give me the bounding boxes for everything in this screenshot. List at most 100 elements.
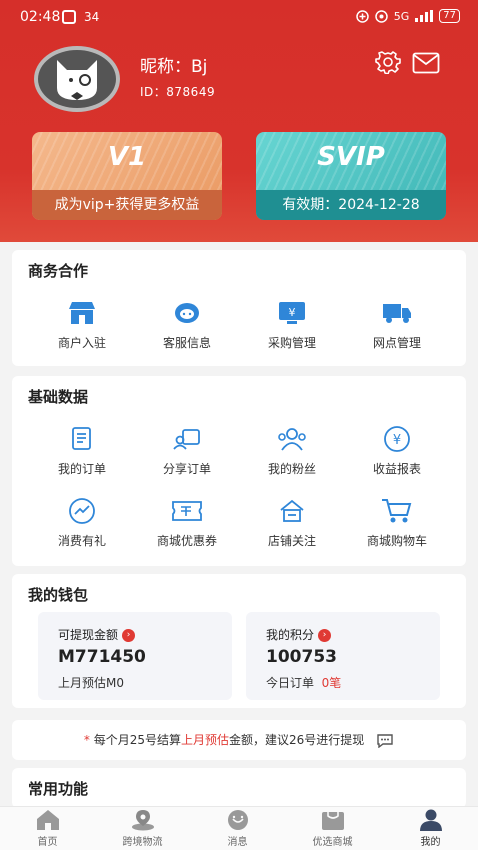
order-icon: [72, 427, 91, 450]
grid-item-label: 我的粉丝: [267, 462, 316, 476]
points-label-row: 我的积分 ›: [266, 626, 332, 643]
tab-label: 首页: [37, 837, 58, 848]
headset-icon: [175, 303, 199, 323]
grid-item-label: 网点管理: [372, 336, 421, 350]
svg-text:¥: ¥: [289, 306, 296, 319]
coupon-icon: [172, 501, 202, 521]
notice-highlight: 上月预估: [180, 733, 229, 747]
withdraw-label-row: 可提现金额 ›: [58, 626, 136, 643]
store-icon: [69, 302, 95, 324]
tab-premium-mall[interactable]: 优选商城: [285, 809, 380, 848]
shop-follow-button[interactable]: 店铺关注: [242, 496, 342, 549]
settings-gear-icon[interactable]: [374, 50, 402, 74]
notice-star: *: [83, 733, 90, 747]
message-icon: [227, 810, 248, 830]
avatar[interactable]: [34, 46, 120, 112]
basic-data-title: 基础数据: [28, 388, 89, 406]
withdrawable-amount-box[interactable]: 可提现金额 › M771450 上月预估M0: [38, 612, 232, 700]
grid-item-label: 收益报表: [372, 462, 421, 476]
shop-follow-icon: [280, 499, 304, 522]
svip-logo: SVIP: [317, 142, 385, 172]
mall-cart-button[interactable]: 商城购物车: [347, 496, 447, 549]
mail-icon[interactable]: [412, 52, 440, 74]
chevron-right-icon: ›: [318, 629, 332, 642]
today-orders-label: 今日订单: [266, 676, 315, 690]
tab-messages[interactable]: 消息: [190, 809, 285, 848]
common-functions-card: 常用功能: [12, 768, 466, 808]
points-label: 我的积分: [266, 628, 315, 642]
home-icon: [36, 810, 59, 830]
wallet-title: 我的钱包: [28, 586, 89, 604]
tab-label: 优选商城: [312, 837, 353, 848]
status-time: 02:48: [20, 9, 61, 25]
chat-bubble-icon[interactable]: [376, 733, 394, 748]
points-box[interactable]: 我的积分 › 100753 今日订单 0笔: [246, 612, 440, 700]
share-orders-button[interactable]: 分享订单: [137, 424, 237, 477]
settlement-notice: * 每个月25号结算上月预估金额，建议26号进行提现: [12, 720, 466, 760]
hotspot-icon: [374, 9, 388, 23]
svip-expiry: 有效期：2024-12-28: [256, 190, 446, 220]
income-report-button[interactable]: ¥ 收益报表: [347, 424, 447, 477]
bottom-tab-bar: 首页 跨境物流 消息 优选商城 我的: [0, 806, 478, 850]
tab-label: 消息: [227, 837, 248, 848]
tab-home[interactable]: 首页: [0, 809, 95, 848]
cart-icon: [382, 499, 412, 523]
share-order-icon: [173, 429, 200, 450]
grid-item-label: 商城购物车: [366, 534, 427, 548]
svg-text:¥: ¥: [393, 433, 401, 448]
user-id: ID：878649: [140, 85, 216, 99]
add-circle-icon: [355, 9, 369, 23]
vip-caption: 成为vip+获得更多权益: [32, 190, 222, 220]
grid-item-label: 分享订单: [162, 462, 211, 476]
tab-mine[interactable]: 我的: [383, 809, 478, 848]
notice-text-2: 金额，建议26号进行提现: [229, 733, 365, 747]
my-fans-button[interactable]: 我的粉丝: [242, 424, 342, 477]
outlet-management-button[interactable]: 网点管理: [347, 298, 447, 351]
svip-card[interactable]: SVIP 有效期：2024-12-28: [256, 132, 446, 220]
common-functions-title: 常用功能: [28, 780, 89, 798]
business-title: 商务合作: [28, 262, 89, 280]
mall-coupon-button[interactable]: 商城优惠券: [137, 496, 237, 549]
grid-item-label: 客服信息: [162, 336, 211, 350]
my-orders-button[interactable]: 我的订单: [32, 424, 132, 477]
trend-icon: [69, 498, 95, 524]
tab-label: 跨境物流: [122, 837, 163, 848]
grid-item-label: 商户入驻: [57, 336, 106, 350]
basic-data-card: 基础数据 我的订单 分享订单 我的粉丝 ¥ 收益报表 消费有礼 商城优惠券 店铺…: [12, 376, 466, 566]
truck-icon: [383, 304, 411, 323]
chevron-right-icon: ›: [122, 629, 136, 642]
cat-avatar-icon: [57, 60, 97, 100]
vip-card[interactable]: V1 成为vip+获得更多权益: [32, 132, 222, 220]
points-value: 100753: [266, 647, 337, 667]
grid-item-label: 消费有礼: [57, 534, 106, 548]
notification-icon: [62, 10, 76, 24]
profile-icon: [419, 809, 442, 831]
grid-item-label: 店铺关注: [267, 534, 316, 548]
business-card: 商务合作 商户入驻 客服信息 ¥ 采购管理 网点管理: [12, 250, 466, 366]
notification-count: 34: [84, 10, 100, 24]
mall-icon: [321, 812, 344, 830]
withdraw-value: M771450: [58, 647, 146, 667]
merchant-join-button[interactable]: 商户入驻: [32, 298, 132, 351]
purchase-icon: ¥: [279, 302, 305, 324]
battery-indicator: 77: [439, 9, 460, 23]
status-bar: 02:48 34 5G 77: [0, 0, 478, 34]
location-icon: [131, 810, 154, 831]
customer-service-button[interactable]: 客服信息: [137, 298, 237, 351]
grid-item-label: 我的订单: [57, 462, 106, 476]
tab-cross-border-logistics[interactable]: 跨境物流: [95, 809, 190, 848]
notice-text-1: 每个月25号结算: [93, 733, 181, 747]
today-orders-value: 0笔: [321, 676, 342, 690]
withdraw-label: 可提现金额: [58, 628, 119, 642]
grid-item-label: 采购管理: [267, 336, 316, 350]
signal-icon: [415, 10, 434, 22]
income-icon: ¥: [384, 426, 410, 452]
status-indicators: 5G 77: [355, 9, 460, 23]
purchase-management-button[interactable]: ¥ 采购管理: [242, 298, 342, 351]
nickname: 昵称：Bj: [140, 57, 208, 77]
consumption-gift-button[interactable]: 消费有礼: [32, 496, 132, 549]
profile-header: 02:48 34 5G 77 昵称：Bj ID：878649 V1 成为vip+…: [0, 0, 478, 242]
fans-icon: [278, 428, 306, 451]
wallet-card: 我的钱包 可提现金额 › M771450 上月预估M0 我的积分 › 100753 …: [12, 574, 466, 708]
withdraw-estimate: 上月预估M0: [58, 676, 124, 690]
